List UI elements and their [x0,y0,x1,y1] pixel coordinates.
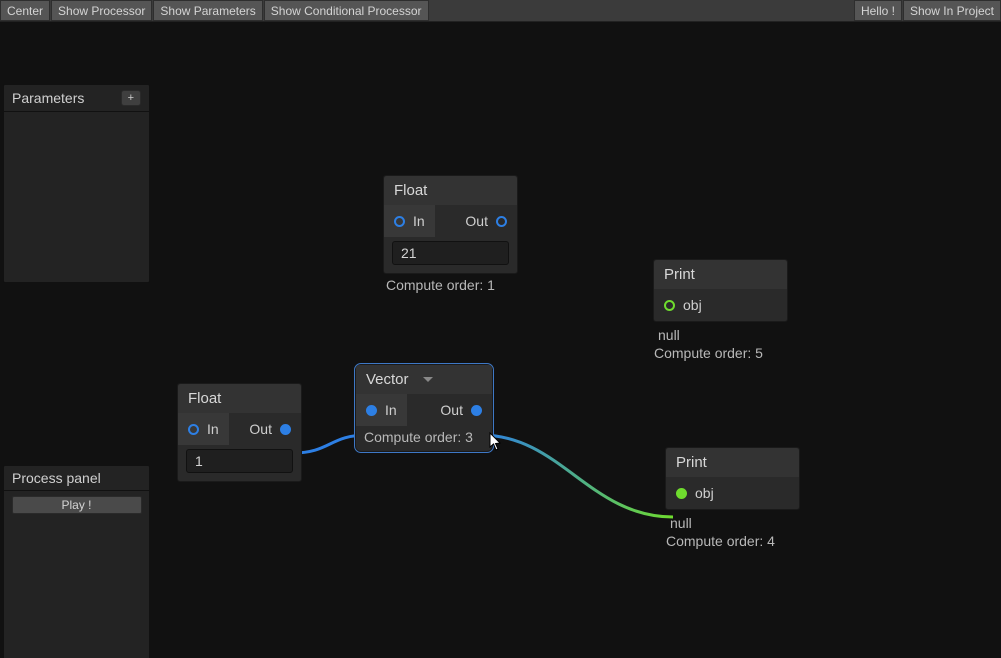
node-print-1-null: null [658,327,763,343]
toolbar-btn-show-in-project[interactable]: Show In Project [903,0,1001,21]
toolbar-btn-show-parameters[interactable]: Show Parameters [153,0,262,21]
node-float-1[interactable]: Float In Out Compute order: 1 [383,175,518,274]
node-float-2-in-label: In [207,421,219,437]
toolbar-btn-hello[interactable]: Hello ! [854,0,902,21]
node-float-1-footer: Compute order: 1 [386,277,495,293]
node-print-1-title[interactable]: Print [654,260,787,289]
node-float-1-in-port-cell: In [384,205,435,237]
node-float-1-value-input[interactable] [392,241,509,265]
node-float-1-in-port[interactable] [394,216,405,227]
graph-canvas[interactable]: Parameters + Process panel Play ! Float … [0,22,1001,658]
node-print-2-footer: Compute order: 4 [666,533,775,549]
node-float-2-in-port-cell: In [178,413,229,445]
node-float-2[interactable]: Float In Out [177,383,302,482]
toolbar-btn-show-processor[interactable]: Show Processor [51,0,152,21]
node-vector-in-port[interactable] [366,405,377,416]
node-print-2-obj-port[interactable] [676,488,687,499]
node-vector-out-label: Out [440,402,463,418]
process-panel-title: Process panel [12,470,101,486]
node-print-2[interactable]: Print obj null Compute order: 4 [665,447,800,510]
toolbar-btn-center[interactable]: Center [0,0,50,21]
node-print-1[interactable]: Print obj null Compute order: 5 [653,259,788,322]
process-panel-header: Process panel [4,466,149,491]
node-vector[interactable]: Vector In Out Compute order: 3 [355,364,493,452]
node-print-1-obj-label: obj [683,297,702,313]
process-panel: Process panel Play ! [3,465,150,658]
node-print-1-footer: Compute order: 5 [654,345,763,361]
node-vector-out-port-cell: Out [430,394,492,426]
node-float-2-out-port[interactable] [280,424,291,435]
node-print-2-obj-port-cell: obj [666,477,724,509]
node-vector-in-label: In [385,402,397,418]
node-vector-footer: Compute order: 3 [356,426,492,451]
node-print-1-obj-port[interactable] [664,300,675,311]
node-float-1-out-port-cell: Out [455,205,517,237]
play-button[interactable]: Play ! [12,496,142,514]
node-print-1-obj-port-cell: obj [654,289,712,321]
node-float-1-title[interactable]: Float [384,176,517,205]
node-vector-in-port-cell: In [356,394,407,426]
parameters-add-button[interactable]: + [121,90,141,106]
toolbar: Center Show Processor Show Parameters Sh… [0,0,1001,22]
node-print-2-obj-label: obj [695,485,714,501]
node-vector-title[interactable]: Vector [356,365,492,394]
node-float-1-in-label: In [413,213,425,229]
node-vector-out-port[interactable] [471,405,482,416]
node-float-2-title[interactable]: Float [178,384,301,413]
parameters-panel-title: Parameters [12,90,84,106]
node-float-1-out-port[interactable] [496,216,507,227]
node-float-2-value-input[interactable] [186,449,293,473]
node-print-2-title[interactable]: Print [666,448,799,477]
graph-edges [0,22,1001,658]
process-panel-body [4,519,149,658]
parameters-panel: Parameters + [3,84,150,283]
node-print-2-null: null [670,515,775,531]
parameters-panel-header: Parameters + [4,85,149,112]
node-vector-title-label: Vector [366,371,409,388]
toolbar-btn-show-conditional-processor[interactable]: Show Conditional Processor [264,0,429,21]
chevron-down-icon[interactable] [423,377,433,382]
node-float-2-in-port[interactable] [188,424,199,435]
node-float-2-out-port-cell: Out [239,413,301,445]
node-float-1-out-label: Out [465,213,488,229]
node-float-2-out-label: Out [249,421,272,437]
parameters-panel-body [4,112,149,282]
